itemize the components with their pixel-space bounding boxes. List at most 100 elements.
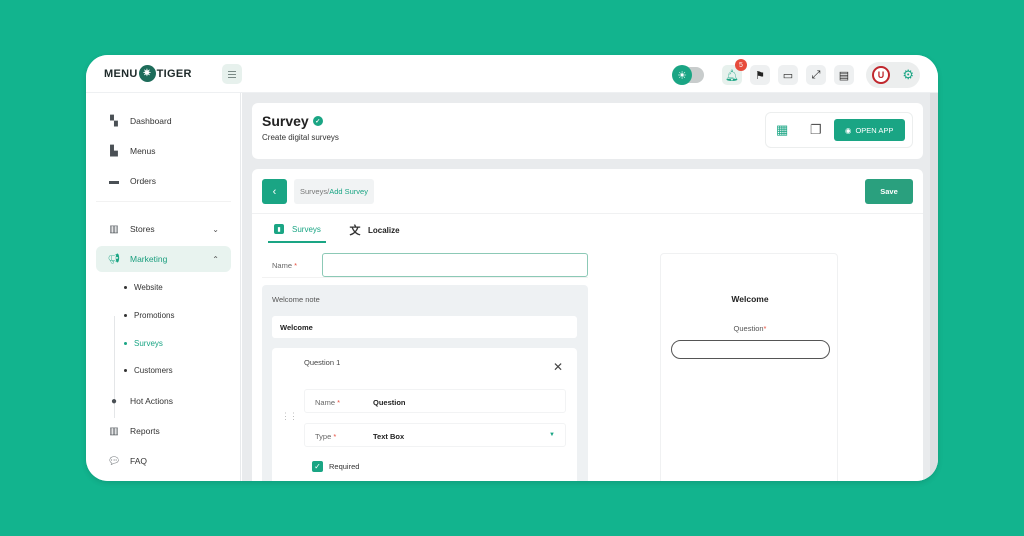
breadcrumb-current: Add Survey (329, 187, 368, 196)
megaphone-icon: 📢︎ (107, 253, 121, 265)
flag-icon: ⚑ (755, 69, 765, 82)
page-header: Survey ✓ Create digital surveys ▦ ❐ ◉ OP… (252, 103, 923, 159)
question-type-value: Text Box (373, 432, 405, 441)
sidebar-item-label: Reports (130, 426, 160, 436)
notifications-button[interactable]: 🔔︎ 5 (722, 59, 747, 85)
sidebar-item-stores[interactable]: ▥ Stores ⌄ (96, 216, 231, 242)
open-app-button[interactable]: ◉ OPEN APP (833, 119, 905, 141)
app-window: MENU ✷ TIGER ☀ 🔔︎ 5 ⚑ ▭ ⤢ ▤ U ⚙ ▚ Dashbo… (86, 55, 938, 481)
divider (252, 213, 923, 214)
sidebar-item-label: FAQ (130, 456, 148, 466)
scrollbar[interactable] (930, 93, 938, 481)
notes-button[interactable]: ▤ (834, 65, 854, 85)
logo-text-left: MENU (104, 67, 138, 80)
question-name-label: Name * (315, 398, 341, 407)
preview-answer-input[interactable] (671, 340, 830, 359)
sidebar-item-reports[interactable]: ▥ Reports (96, 418, 231, 444)
tab-surveys[interactable]: ▮ Surveys (268, 217, 326, 243)
devices-button[interactable]: ▭ (778, 65, 798, 85)
open-app-label: OPEN APP (855, 125, 894, 135)
sidebar-subitem-website[interactable]: Website (124, 283, 163, 292)
top-bar: MENU ✷ TIGER ☀ 🔔︎ 5 ⚑ ▭ ⤢ ▤ U ⚙ (86, 55, 938, 93)
sidebar-item-hot-actions[interactable]: ● Hot Actions (96, 388, 231, 414)
sidebar-item-orders[interactable]: ▬ Orders (96, 168, 231, 194)
close-icon[interactable]: ✕ (553, 360, 563, 374)
topbar-actions: ☀ 🔔︎ 5 ⚑ ▭ ⤢ ▤ U ⚙ (672, 59, 920, 88)
sidebar-item-label: Stores (130, 224, 155, 234)
required-label: Required (329, 462, 360, 471)
hamburger-line (228, 76, 236, 78)
survey-editor-card: ‹ Surveys/ Add Survey Save ▮ Surveys 文 L… (252, 169, 923, 481)
name-label: Name * (272, 261, 298, 270)
eye-icon: ◉ (844, 125, 852, 135)
sidebar-item-label: Dashboard (130, 116, 172, 126)
tiger-icon: ✷ (138, 65, 156, 82)
chevron-down-icon: ⌄ (212, 224, 219, 234)
back-button[interactable]: ‹ (262, 179, 287, 204)
menutiger-logo[interactable]: MENU ✷ TIGER (104, 65, 192, 82)
verified-icon: ✓ (312, 116, 323, 126)
sidebar-subitem-surveys[interactable]: Surveys (124, 339, 163, 348)
drag-handle-icon[interactable]: ⋮⋮ (281, 411, 298, 422)
preview-heading: Welcome (731, 294, 769, 304)
devices-icon: ▭ (782, 69, 794, 82)
save-button[interactable]: Save (865, 179, 913, 204)
qr-code-icon[interactable]: ▦ (776, 123, 790, 137)
survey-name-row: Name * (262, 253, 588, 278)
flag-button[interactable]: ⚑ (750, 65, 770, 85)
profile-menu[interactable]: U ⚙ (866, 62, 920, 88)
sidebar-item-menus[interactable]: ▙ Menus (96, 138, 231, 164)
survey-name-input[interactable] (322, 253, 588, 277)
question-name-field[interactable]: Name * Question (304, 389, 566, 413)
avatar[interactable]: U (872, 66, 890, 84)
hamburger-menu-button[interactable] (222, 64, 242, 84)
survey-preview: Welcome Question* (660, 253, 838, 481)
sidebar-item-label: Orders (130, 176, 156, 186)
sidebar-item-label: Hot Actions (130, 396, 173, 406)
fullscreen-icon: ⤢ (811, 68, 821, 81)
question-title: Question 1 (304, 358, 341, 367)
faq-icon: 💬︎ (107, 455, 121, 467)
question-type-select[interactable]: Type * Text Box ▼ (304, 423, 566, 447)
orders-icon: ▬ (109, 175, 119, 187)
breadcrumb-parent[interactable]: Surveys/ (300, 187, 329, 196)
copy-icon[interactable]: ❐ (810, 122, 822, 138)
sidebar-item-label: Marketing (130, 254, 168, 264)
subitem-label: Customers (134, 366, 173, 375)
welcome-note-label: Welcome note (272, 295, 320, 304)
required-checkbox[interactable]: ✓ (312, 461, 323, 472)
chevron-up-icon: ⌃ (212, 254, 219, 264)
welcome-note-input[interactable]: Welcome (272, 316, 577, 338)
notification-badge: 5 (735, 59, 747, 71)
sidebar-subitem-promotions[interactable]: Promotions (124, 311, 174, 320)
breadcrumb: Surveys/ Add Survey (294, 179, 374, 204)
tab-label: Localize (368, 225, 400, 235)
required-row: ✓ Required (312, 461, 359, 472)
notes-icon: ▤ (838, 69, 850, 82)
fullscreen-button[interactable]: ⤢ (806, 65, 826, 85)
theme-toggle[interactable]: ☀ (672, 65, 704, 85)
page-title-text: Survey (262, 113, 309, 129)
question-name-value: Question (373, 398, 406, 407)
subitem-label: Website (134, 283, 163, 292)
gear-icon[interactable]: ⚙ (902, 67, 914, 83)
subitem-label: Surveys (134, 339, 163, 348)
chevron-left-icon: ‹ (272, 185, 277, 198)
bullet (124, 342, 127, 345)
chart-icon: ▮ (274, 224, 284, 234)
stores-icon: ▥ (109, 223, 119, 235)
sun-icon: ☀ (672, 65, 692, 85)
fire-icon: ● (110, 395, 118, 407)
menus-icon: ▙ (110, 145, 118, 157)
logo-text-right: TIGER (156, 67, 192, 80)
sidebar-subitem-customers[interactable]: Customers (124, 366, 173, 375)
bullet (124, 314, 127, 317)
sidebar-item-faq[interactable]: 💬︎ FAQ (96, 448, 231, 474)
sidebar-item-dashboard[interactable]: ▚ Dashboard (96, 108, 231, 134)
tab-localize[interactable]: 文 Localize (348, 217, 400, 243)
hamburger-line (228, 70, 236, 72)
hamburger-line (228, 73, 236, 75)
main-area: Survey ✓ Create digital surveys ▦ ❐ ◉ OP… (242, 93, 938, 481)
page-subtitle: Create digital surveys (262, 133, 339, 142)
sidebar-item-marketing[interactable]: 📢︎ Marketing ⌃ (96, 246, 231, 272)
